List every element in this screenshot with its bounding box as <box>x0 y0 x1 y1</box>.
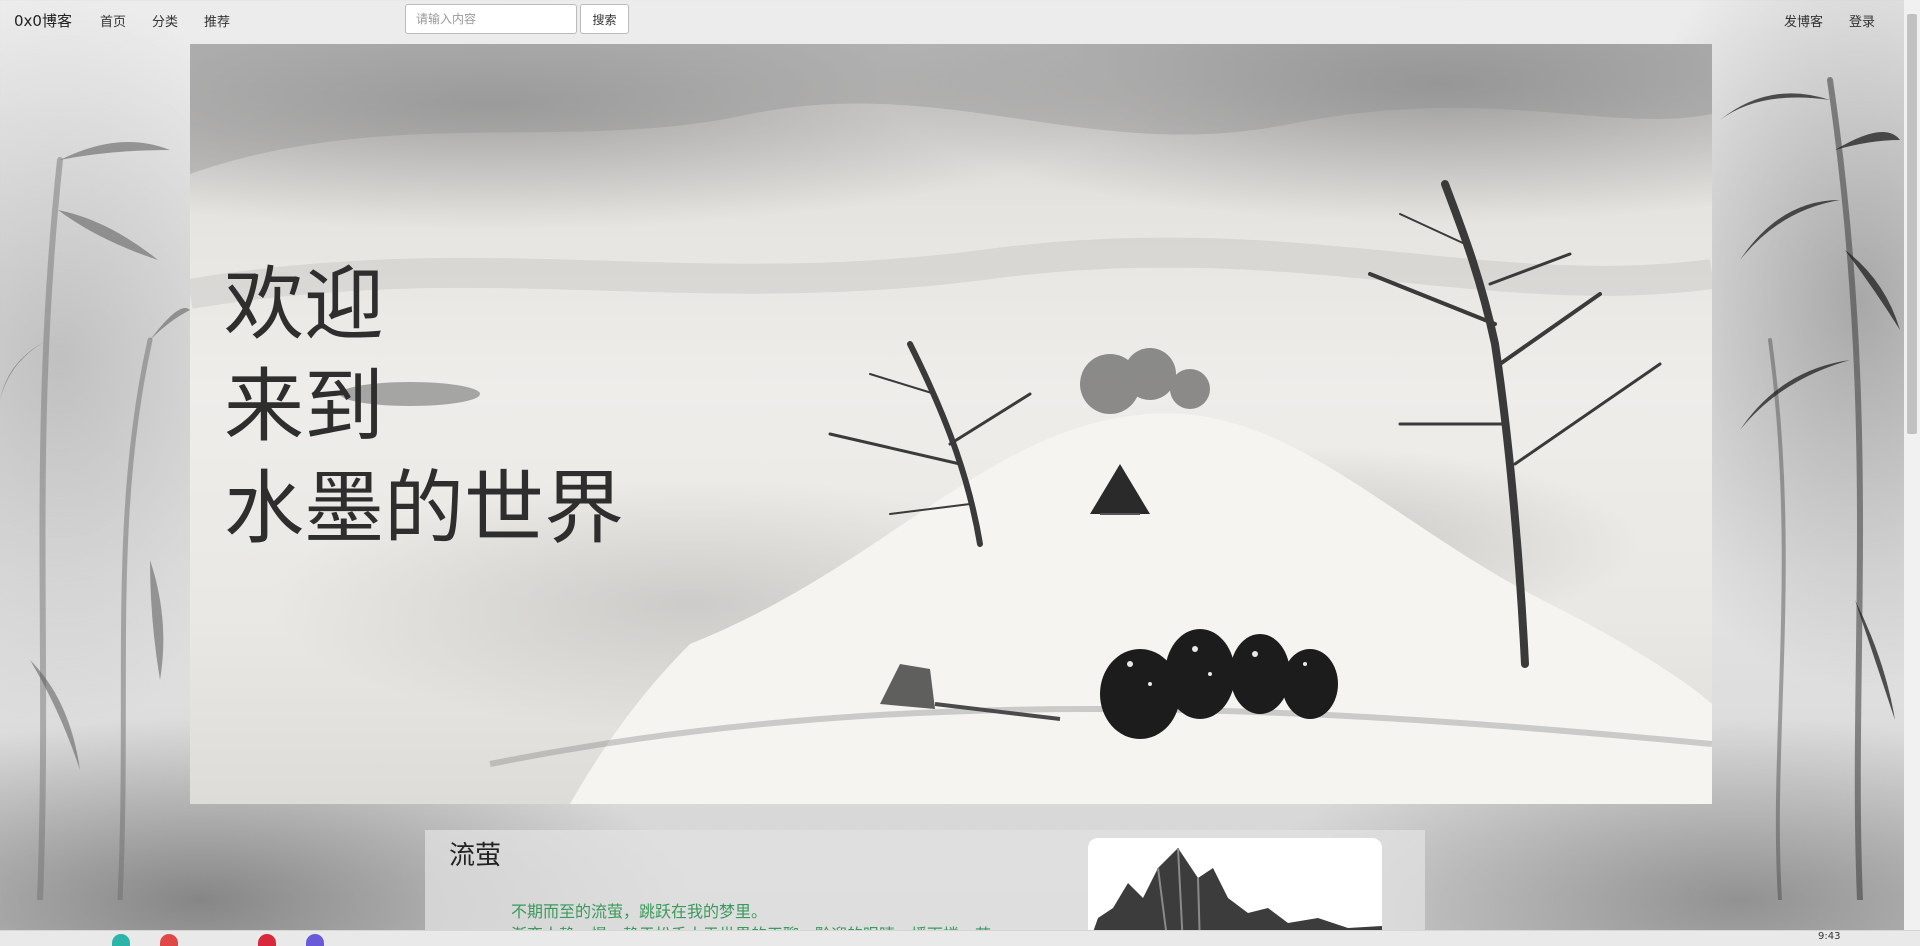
top-navbar: 0x0博客 首页 分类 推荐 搜索 发博客 登录 <box>0 0 1904 38</box>
hero-title-line-2: 来到 <box>224 360 384 453</box>
hero-banner: 欢迎 来到 水墨的世界 <box>190 44 1712 804</box>
hero-title-line-1: 欢迎 <box>224 258 384 351</box>
nav-link-categories[interactable]: 分类 <box>152 11 178 30</box>
nav-link-write-blog[interactable]: 发博客 <box>1784 11 1823 30</box>
search-button[interactable]: 搜索 <box>580 4 629 34</box>
taskbar-browser-icon[interactable] <box>160 934 178 946</box>
bamboo-decoration-left <box>0 142 190 900</box>
nav-link-home[interactable]: 首页 <box>100 11 126 30</box>
hero-welcome-title: 欢迎 来到 水墨的世界 <box>224 254 624 560</box>
post-excerpt-line-1: 不期而至的流萤，跳跃在我的梦里。 <box>511 902 768 921</box>
os-taskbar: 9:43 <box>0 930 1920 946</box>
nav-link-recommended[interactable]: 推荐 <box>204 11 230 30</box>
bamboo-decoration-right <box>1710 77 1900 900</box>
hero-title-line-3: 水墨的世界 <box>224 462 624 555</box>
brand-logo[interactable]: 0x0博客 <box>14 10 72 31</box>
nav-link-login[interactable]: 登录 <box>1849 11 1875 30</box>
page-scrollbar[interactable] <box>1904 0 1920 930</box>
post-title[interactable]: 流萤 <box>449 835 501 872</box>
taskbar-app-icon-3[interactable] <box>306 934 324 946</box>
taskbar-app-icon[interactable] <box>112 934 130 946</box>
search-input[interactable] <box>405 4 577 34</box>
taskbar-app-icon-2[interactable] <box>258 934 276 946</box>
taskbar-clock: 9:43 <box>1818 931 1841 942</box>
scrollbar-thumb[interactable] <box>1907 14 1917 434</box>
